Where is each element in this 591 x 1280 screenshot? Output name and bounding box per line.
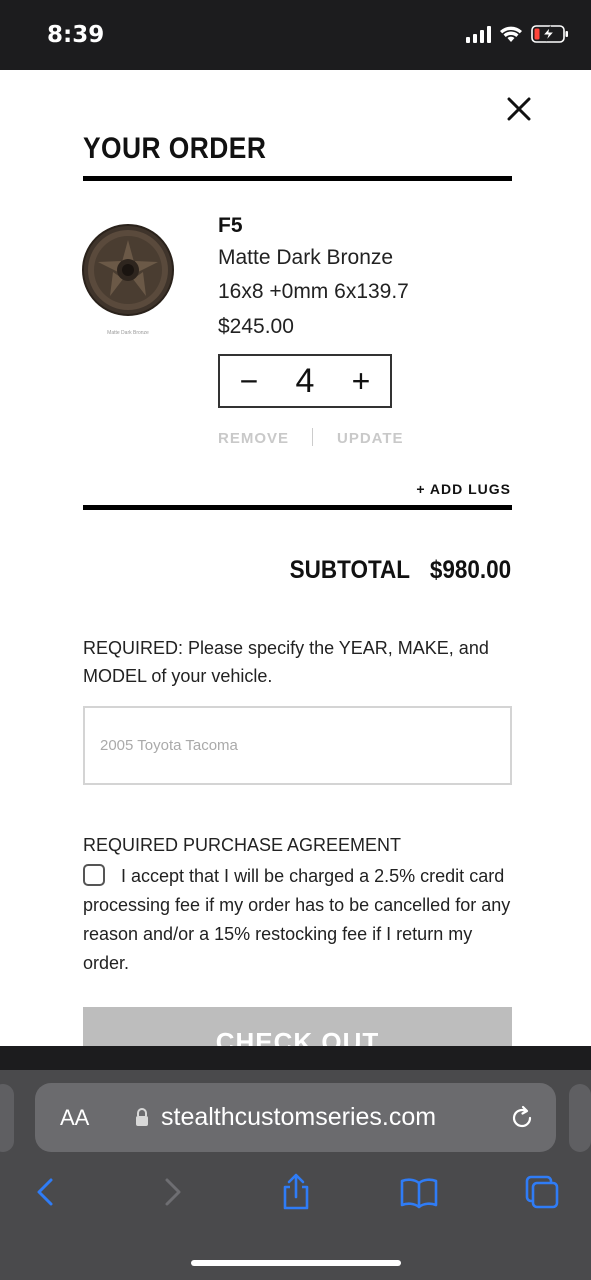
back-icon[interactable] [26, 1172, 66, 1212]
status-bar: 8:39 [0, 0, 591, 70]
wifi-icon [500, 26, 522, 42]
next-tab-edge[interactable] [569, 1084, 591, 1152]
update-link[interactable]: UPDATE [337, 430, 404, 447]
checkout-button[interactable]: CHECK OUT [83, 1007, 512, 1046]
home-indicator [191, 1260, 401, 1266]
product-image-caption: Matte Dark Bronze [107, 330, 149, 336]
agreement-text: I accept that I will be charged a 2.5% c… [83, 866, 511, 973]
previous-tab-edge[interactable] [0, 1084, 14, 1152]
agreement-checkbox[interactable] [83, 864, 105, 886]
share-icon[interactable] [276, 1172, 316, 1212]
product-price: $245.00 [218, 315, 294, 338]
remove-link[interactable]: REMOVE [218, 430, 289, 447]
link-separator [312, 428, 313, 446]
quantity-value[interactable]: 4 [296, 362, 315, 401]
vehicle-required-note: REQUIRED: Please specify the YEAR, MAKE,… [83, 638, 489, 686]
product-spec: 16x8 +0mm 6x139.7 [218, 280, 409, 303]
title-divider [83, 176, 512, 181]
wheel-image [82, 224, 174, 316]
lock-icon [136, 1108, 148, 1126]
browser-chrome: AA stealthcustomseries.com [0, 1070, 591, 1280]
status-time: 8:39 [47, 22, 105, 48]
subtotal-value: $980.00 [429, 556, 511, 584]
close-icon[interactable] [506, 96, 532, 122]
bookmarks-icon[interactable] [399, 1172, 439, 1212]
address-bar[interactable]: AA stealthcustomseries.com [35, 1083, 556, 1152]
add-lugs-link[interactable]: + ADD LUGS [416, 481, 511, 497]
forward-icon[interactable] [152, 1172, 192, 1212]
subtotal-row: SUBTOTAL $980.00 [289, 556, 511, 585]
order-sheet: YOUR ORDER Matte Dark Bronze F5 Matte Da… [0, 70, 591, 1046]
subtotal-label: SUBTOTAL [289, 556, 410, 584]
url-text[interactable]: stealthcustomseries.com [161, 1103, 436, 1132]
decrease-quantity-button[interactable]: − [234, 365, 264, 397]
product-finish: Matte Dark Bronze [218, 246, 394, 269]
cellular-signal-icon [466, 25, 491, 43]
reload-icon[interactable] [509, 1105, 535, 1131]
page-title: YOUR ORDER [83, 132, 267, 165]
text-size-button[interactable]: AA [60, 1105, 89, 1131]
product-image: Matte Dark Bronze [82, 212, 174, 340]
quantity-stepper: − 4 + [218, 354, 392, 408]
items-divider [83, 505, 512, 510]
tabs-icon[interactable] [522, 1172, 562, 1212]
vehicle-input[interactable] [83, 706, 512, 785]
browser-toolbar [0, 1170, 591, 1230]
battery-charging-icon [531, 25, 568, 43]
agreement-heading: REQUIRED PURCHASE AGREEMENT [83, 835, 402, 855]
status-icons [466, 24, 569, 44]
product-name: F5 [218, 214, 243, 237]
increase-quantity-button[interactable]: + [346, 365, 376, 397]
